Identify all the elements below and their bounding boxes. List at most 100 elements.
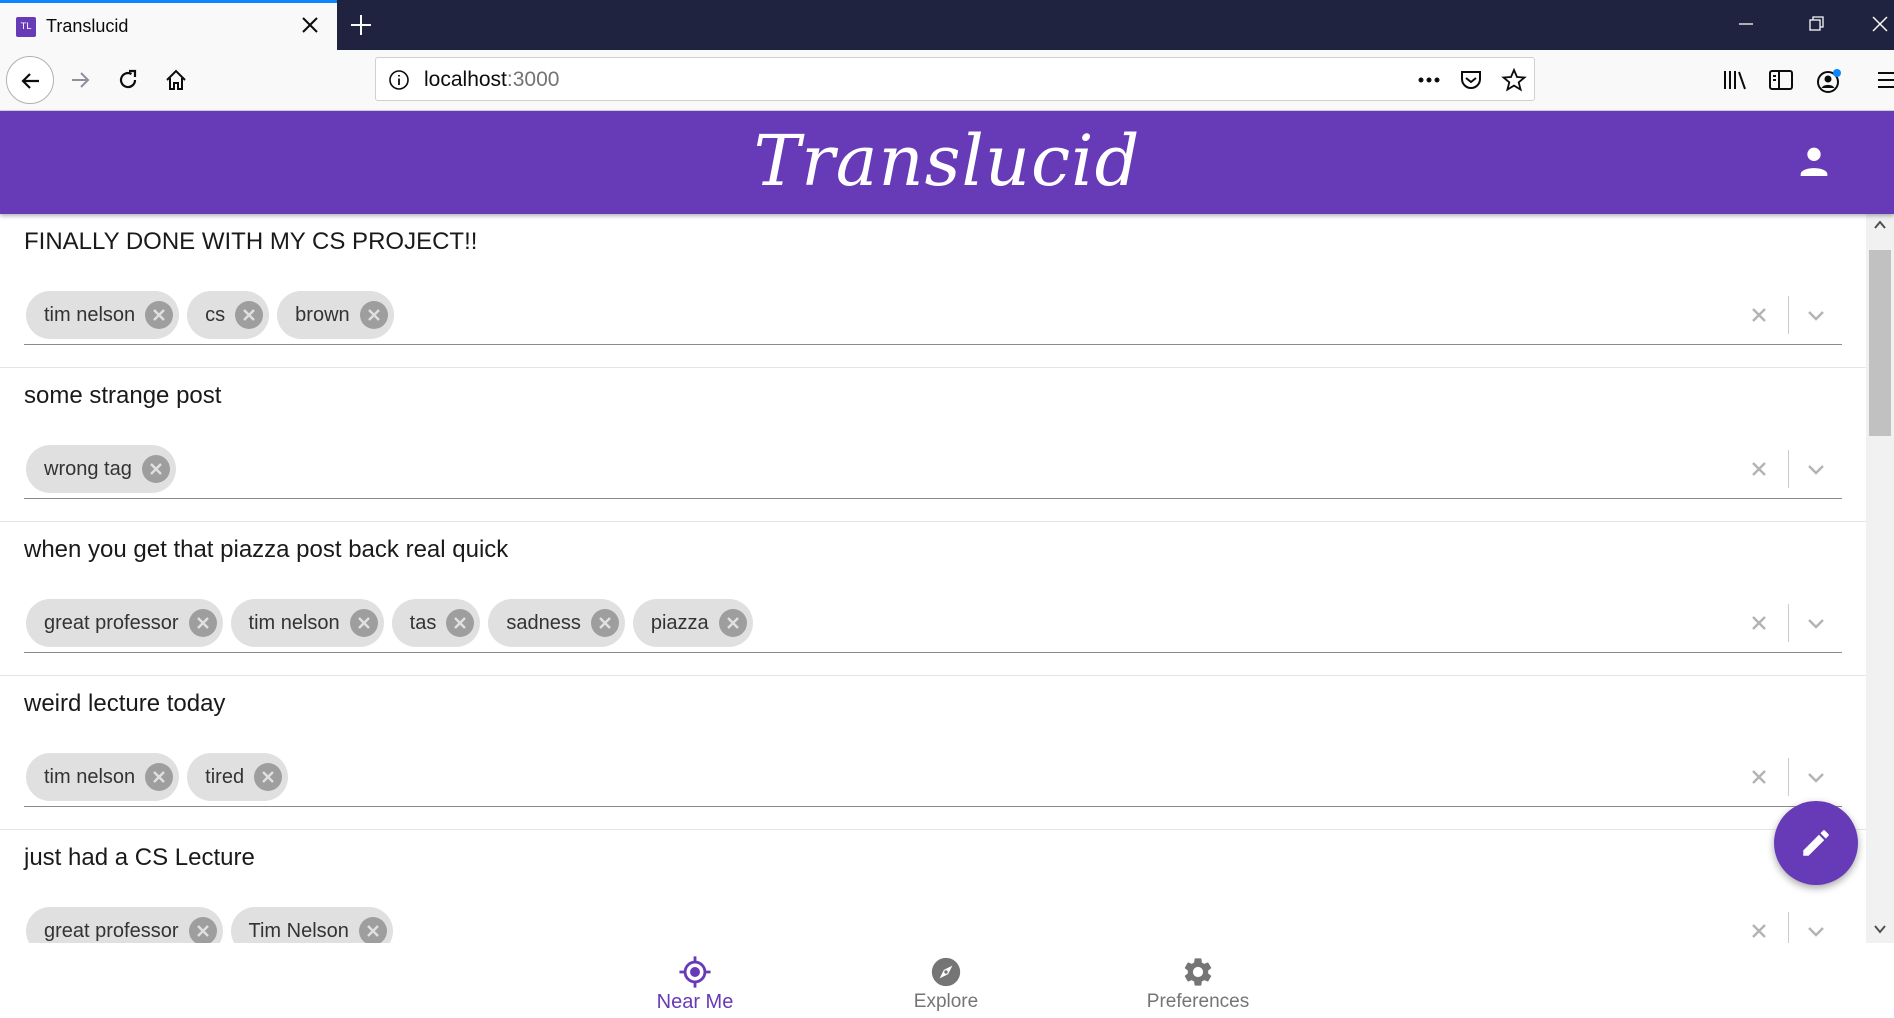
tag-chip[interactable]: great professor xyxy=(26,599,223,647)
tag-chip-label: tim nelson xyxy=(44,303,136,326)
tag-chip-list: wrong tag xyxy=(26,445,176,493)
chevron-down-icon[interactable] xyxy=(1801,608,1831,638)
scrollbar[interactable] xyxy=(1866,214,1894,943)
remove-tag-icon[interactable] xyxy=(446,609,475,637)
nav-explore[interactable]: Explore xyxy=(846,943,1046,1018)
tag-chip[interactable]: sadness xyxy=(488,599,625,647)
menu-icon[interactable] xyxy=(1876,68,1894,92)
tag-chip[interactable]: tired xyxy=(187,753,289,801)
remove-tag-icon[interactable] xyxy=(235,301,264,329)
remove-tag-icon[interactable] xyxy=(590,609,619,637)
tag-chip-label: great professor xyxy=(44,919,179,942)
remove-tag-icon[interactable] xyxy=(188,917,217,943)
gear-icon xyxy=(1184,958,1212,986)
tag-chip-label: great professor xyxy=(44,611,179,634)
sidebar-icon[interactable] xyxy=(1768,68,1794,92)
favicon-icon: TL xyxy=(16,17,36,37)
tag-chip[interactable]: wrong tag xyxy=(26,445,176,493)
post-card: when you get that piazza post back real … xyxy=(0,522,1866,676)
chevron-down-icon[interactable] xyxy=(1801,916,1831,943)
clear-tags-icon[interactable] xyxy=(1746,456,1772,482)
tag-chip-list: tim nelson cs brown xyxy=(26,291,394,339)
window-close-icon[interactable] xyxy=(1870,14,1890,34)
nav-label-explore: Explore xyxy=(913,991,979,1012)
tag-chip[interactable]: brown xyxy=(277,291,394,339)
post-title: when you get that piazza post back real … xyxy=(24,536,509,563)
clear-tags-icon[interactable] xyxy=(1746,918,1772,943)
url-host: localhost xyxy=(424,68,507,91)
scroll-up-icon[interactable] xyxy=(1873,218,1887,232)
remove-tag-icon[interactable] xyxy=(188,609,217,637)
tag-input-field[interactable]: tim nelson tired xyxy=(24,738,1842,807)
remove-tag-icon[interactable] xyxy=(254,763,283,791)
remove-tag-icon[interactable] xyxy=(349,609,378,637)
url-bar[interactable]: localhost:3000 xyxy=(375,57,1535,101)
remove-tag-icon[interactable] xyxy=(141,455,170,483)
tag-chip[interactable]: cs xyxy=(187,291,270,339)
chevron-down-icon[interactable] xyxy=(1801,762,1831,792)
post-feed[interactable]: FINALLY DONE WITH MY CS PROJECT!! tim nel… xyxy=(0,214,1866,943)
library-icon[interactable] xyxy=(1722,68,1748,92)
clear-tags-icon[interactable] xyxy=(1746,302,1772,328)
tag-chip[interactable]: piazza xyxy=(632,599,753,647)
nav-label-preferences: Preferences xyxy=(1146,991,1250,1012)
scroll-down-icon[interactable] xyxy=(1873,922,1887,936)
home-icon xyxy=(166,69,186,90)
scroll-thumb[interactable] xyxy=(1869,250,1891,436)
tag-chip-label: tired xyxy=(205,765,245,788)
nav-near-me[interactable]: Near Me xyxy=(595,943,795,1018)
app-title: Translucid xyxy=(753,120,1141,202)
pocket-icon[interactable] xyxy=(1459,68,1483,92)
remove-tag-icon[interactable] xyxy=(359,301,388,329)
tag-input-field[interactable]: great professor tim nelson tas sadness piazz… xyxy=(24,584,1842,653)
clear-tags-icon[interactable] xyxy=(1746,764,1772,790)
tag-input-field[interactable]: tim nelson cs brown xyxy=(24,276,1842,345)
remove-tag-icon[interactable] xyxy=(718,609,747,637)
tag-chip[interactable]: tim nelson xyxy=(26,753,180,801)
home-button[interactable] xyxy=(152,56,200,104)
tag-chip[interactable]: tim nelson xyxy=(26,291,180,339)
divider xyxy=(1788,450,1789,488)
tag-chip-list: tim nelson tired xyxy=(26,753,289,801)
tag-chip[interactable]: Tim Nelson xyxy=(230,907,393,943)
remove-tag-icon[interactable] xyxy=(358,917,387,943)
post-title: FINALLY DONE WITH MY CS PROJECT!! xyxy=(24,228,478,255)
chevron-down-icon[interactable] xyxy=(1801,300,1831,330)
more-actions-icon[interactable] xyxy=(1416,68,1442,92)
close-icon[interactable] xyxy=(298,13,322,37)
tag-input-field[interactable]: great professor Tim Nelson xyxy=(24,892,1842,943)
browser-tab[interactable]: TL Translucid xyxy=(0,0,337,50)
pencil-icon xyxy=(1803,830,1829,856)
divider xyxy=(1788,604,1789,642)
clear-tags-icon[interactable] xyxy=(1746,610,1772,636)
info-icon[interactable] xyxy=(388,69,410,91)
chevron-down-icon[interactable] xyxy=(1801,454,1831,484)
nav-preferences[interactable]: Preferences xyxy=(1098,943,1298,1018)
forward-button[interactable] xyxy=(56,56,104,104)
account-sync-icon[interactable] xyxy=(1816,68,1842,94)
tab-title: Translucid xyxy=(46,16,129,36)
tag-chip[interactable]: tas xyxy=(391,599,481,647)
star-icon[interactable] xyxy=(1501,68,1527,92)
tag-chip-label: tim nelson xyxy=(248,611,340,634)
tag-chip[interactable]: tim nelson xyxy=(230,599,384,647)
tag-chip-label: Tim Nelson xyxy=(248,919,349,942)
post-card: just had a CS Lecture great professor Tim … xyxy=(0,830,1866,943)
reload-button[interactable] xyxy=(104,56,152,104)
new-tab-icon[interactable] xyxy=(348,12,374,38)
post-title: weird lecture today xyxy=(24,690,226,717)
tag-input-field[interactable]: wrong tag xyxy=(24,430,1842,499)
minimize-icon[interactable] xyxy=(1736,14,1756,34)
tag-chip[interactable]: great professor xyxy=(26,907,223,943)
new-post-button[interactable] xyxy=(1774,801,1858,885)
person-icon[interactable] xyxy=(1794,141,1834,181)
tag-chip-label: brown xyxy=(295,303,350,326)
restore-icon[interactable] xyxy=(1806,14,1826,34)
remove-tag-icon[interactable] xyxy=(145,763,174,791)
compass-icon xyxy=(931,957,961,987)
post-title: just had a CS Lecture xyxy=(24,844,255,871)
reload-icon xyxy=(119,69,137,89)
back-button[interactable] xyxy=(6,56,54,104)
url-text[interactable]: localhost:3000 xyxy=(424,68,559,92)
remove-tag-icon[interactable] xyxy=(145,301,174,329)
